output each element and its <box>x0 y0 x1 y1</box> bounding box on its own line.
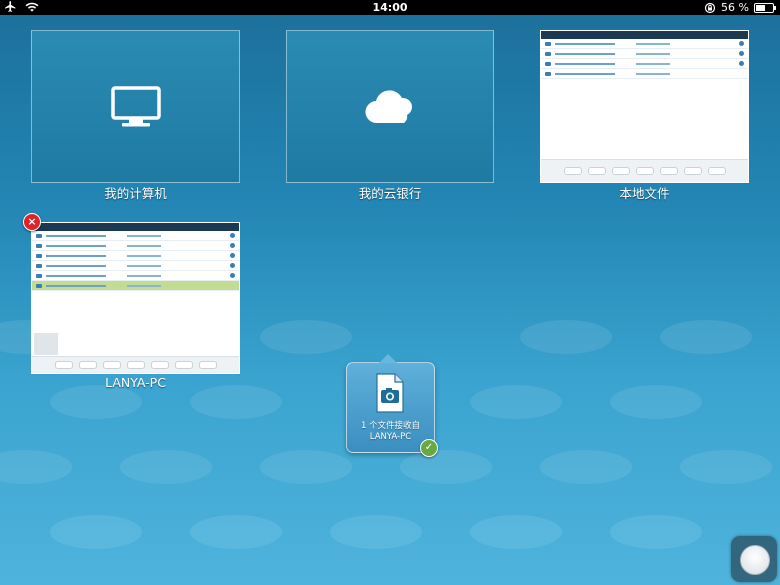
preview-header <box>32 223 239 231</box>
list-item <box>541 69 748 79</box>
tile-local-files[interactable]: 本地文件 <box>540 30 749 201</box>
list-item <box>541 49 748 59</box>
assistive-touch-button[interactable] <box>731 536 777 582</box>
tile-card <box>31 30 240 183</box>
status-right: 56 % <box>704 0 776 15</box>
list-item-selected <box>32 281 239 291</box>
preview-toolbar <box>541 159 748 182</box>
rotation-lock-icon <box>704 2 716 13</box>
tile-label: LANYA-PC <box>105 375 166 390</box>
clock: 14:00 <box>372 1 408 14</box>
preview-header <box>541 31 748 39</box>
preview-thumbnail <box>34 333 58 355</box>
image-file-icon <box>376 373 404 413</box>
status-bar: 14:00 56 % <box>0 0 780 15</box>
list-item <box>32 261 239 271</box>
cloud-icon <box>365 89 412 123</box>
lanya-pc-preview <box>31 222 240 374</box>
list-item <box>541 39 748 49</box>
tile-my-computer[interactable]: 我的计算机 <box>31 30 240 201</box>
tile-card <box>286 30 494 183</box>
preview-toolbar <box>32 356 239 373</box>
list-item <box>32 241 239 251</box>
close-tile-button[interactable]: × <box>23 213 41 231</box>
popup-line-2: LANYA-PC <box>369 432 412 442</box>
list-item <box>32 271 239 281</box>
list-item <box>541 59 748 69</box>
battery-icon <box>754 2 776 13</box>
popup-line-1: 1 个文件接收自 <box>360 421 421 431</box>
popup-arrow <box>379 354 397 363</box>
monitor-icon <box>110 85 161 126</box>
tile-my-cloud-bank[interactable]: 我的云银行 <box>286 30 494 201</box>
popup-text: 1 个文件接收自 LANYA-PC <box>347 421 434 443</box>
tile-lanya-pc[interactable]: LANYA-PC <box>31 222 240 392</box>
local-files-preview <box>540 30 749 183</box>
list-item <box>32 231 239 241</box>
file-received-popup[interactable]: 1 个文件接收自 LANYA-PC <box>346 354 435 453</box>
accept-icon[interactable]: ✓ <box>420 439 438 457</box>
tile-label: 我的计算机 <box>104 186 167 201</box>
tile-label: 本地文件 <box>619 186 670 201</box>
battery-percent: 56 % <box>721 1 749 14</box>
list-item <box>32 251 239 261</box>
tile-label: 我的云银行 <box>358 186 422 201</box>
